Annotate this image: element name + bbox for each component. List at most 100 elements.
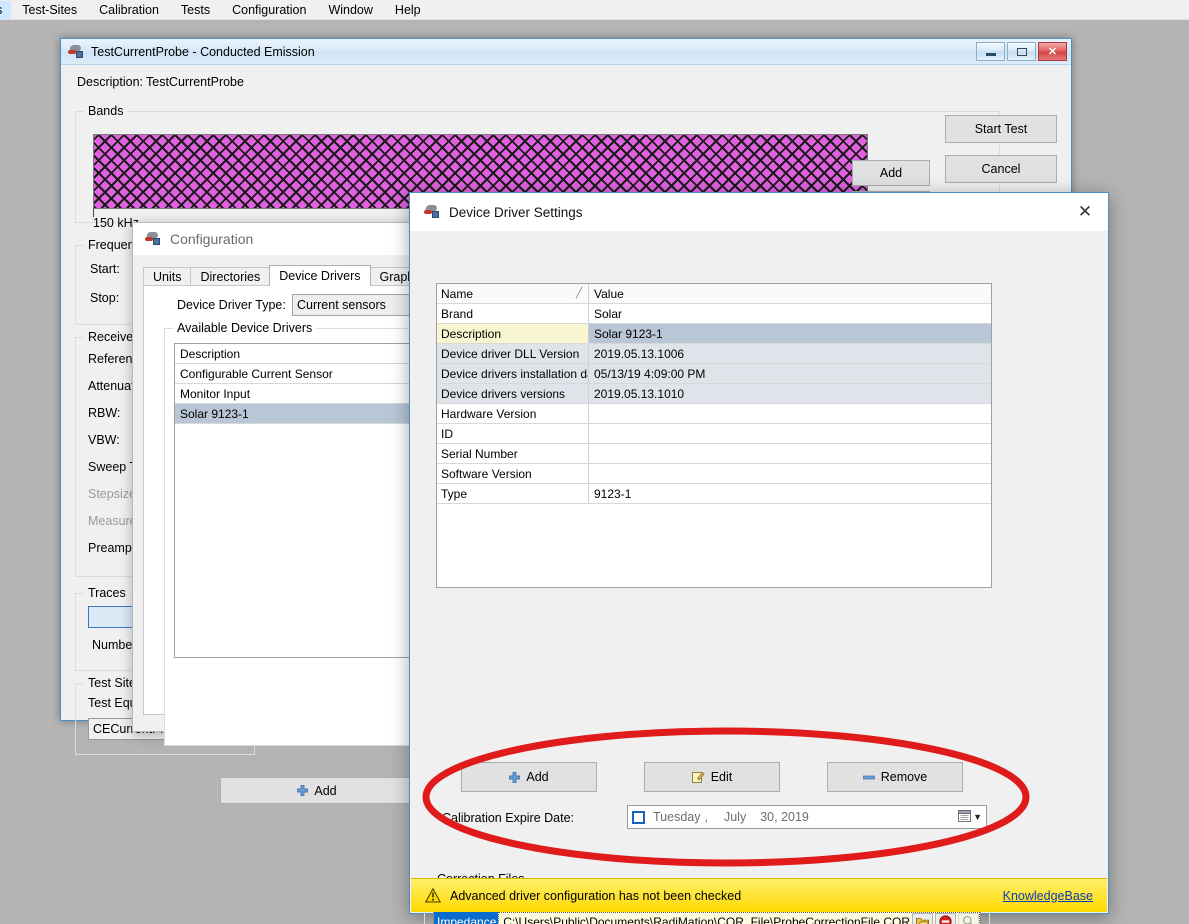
receiver-field-vbw: VBW: <box>88 433 120 447</box>
menu-item-tests[interactable]: Tests <box>170 1 221 19</box>
property-value[interactable]: 9123-1 <box>589 484 991 503</box>
folder-open-icon[interactable] <box>912 913 933 924</box>
property-value[interactable] <box>589 444 991 463</box>
date-month: July <box>724 810 746 824</box>
application-menubar: s Test-Sites Calibration Tests Configura… <box>0 0 1189 20</box>
dds-titlebar[interactable]: Device Driver Settings ✕ <box>410 193 1108 231</box>
config-window-title: Configuration <box>170 231 253 247</box>
tab-units[interactable]: Units <box>143 267 191 286</box>
traces-number-label: Number <box>92 638 136 652</box>
menu-item-test-sites[interactable]: Test-Sites <box>11 1 88 19</box>
tab-directories[interactable]: Directories <box>190 267 270 286</box>
property-value[interactable]: Solar 9123-1 <box>589 324 991 343</box>
table-row[interactable]: Hardware Version <box>437 404 991 424</box>
menu-item-0[interactable]: s <box>0 1 11 19</box>
description-label: Description: <box>77 75 143 89</box>
table-row-selected[interactable]: Description Solar 9123-1 <box>437 324 991 344</box>
start-test-button[interactable]: Start Test <box>945 115 1057 143</box>
close-icon[interactable]: ✕ <box>1062 193 1108 231</box>
probe-window-title: TestCurrentProbe - Conducted Emission <box>91 45 315 59</box>
add-button[interactable]: Add <box>461 762 597 792</box>
status-bar: Advanced driver configuration has not be… <box>411 878 1107 912</box>
remove-button[interactable]: Remove <box>827 762 963 792</box>
correction-purpose-cell[interactable]: Impedance (Ohm) <box>434 912 498 924</box>
tab-device-drivers[interactable]: Device Drivers <box>269 265 370 286</box>
calendar-icon[interactable] <box>958 809 971 825</box>
column-header-value: Value <box>589 284 991 303</box>
table-row[interactable]: ID <box>437 424 991 444</box>
band-add-button[interactable]: Add <box>852 160 930 186</box>
table-row[interactable]: Software Version <box>437 464 991 484</box>
menu-item-window[interactable]: Window <box>317 1 383 19</box>
date-weekday: Tuesday <box>653 810 700 824</box>
correction-file-path: C:\Users\Public\Documents\RadiMation\COR… <box>503 915 910 924</box>
app-icon <box>145 232 161 246</box>
property-name: Software Version <box>437 464 589 483</box>
probe-titlebar[interactable]: TestCurrentProbe - Conducted Emission ✕ <box>61 39 1071 65</box>
property-name: Device drivers versions <box>437 384 589 403</box>
sort-indicator-icon[interactable]: ╱ <box>576 288 582 299</box>
menu-item-help[interactable]: Help <box>384 1 432 19</box>
receiver-field-rbw: RBW: <box>88 406 120 420</box>
traces-group-title: Traces <box>84 586 130 600</box>
table-row[interactable]: Device driver DLL Version 2019.05.13.100… <box>437 344 991 364</box>
remove-button-label: Remove <box>881 770 928 784</box>
warning-triangle-icon <box>425 888 441 903</box>
edit-button-label: Edit <box>711 770 733 784</box>
magnifier-icon[interactable] <box>958 913 979 924</box>
property-value[interactable]: 2019.05.13.1006 <box>589 344 991 363</box>
calibration-enable-checkbox[interactable] <box>632 811 645 824</box>
minus-icon <box>863 772 875 783</box>
property-value[interactable] <box>589 464 991 483</box>
calibration-expire-date-picker[interactable]: Tuesday , July 30, 2019 ▼ <box>627 805 987 829</box>
config-add-button[interactable]: Add <box>220 777 414 804</box>
available-device-drivers-title: Available Device Drivers <box>173 321 316 335</box>
frequency-stop-label: Stop: <box>90 291 119 305</box>
menu-item-calibration[interactable]: Calibration <box>88 1 170 19</box>
frequency-start-label: Start: <box>90 262 120 276</box>
table-row[interactable]: Impedance (Ohm) C:\Users\Public\Document… <box>434 912 980 924</box>
dds-main-panel: Name ╱ Value Brand Solar Description Sol… <box>418 231 990 911</box>
bands-group-title: Bands <box>84 104 127 118</box>
plus-icon <box>509 772 520 783</box>
property-name: ID <box>437 424 589 443</box>
status-message: Advanced driver configuration has not be… <box>450 889 741 903</box>
menu-item-configuration[interactable]: Configuration <box>221 1 317 19</box>
window-device-driver-settings: Device Driver Settings ✕ Name ╱ Value Br… <box>409 192 1109 914</box>
table-row[interactable]: Type 9123-1 <box>437 484 991 504</box>
calibration-expire-date-label: Calibration Expire Date: <box>442 811 574 825</box>
forbidden-icon[interactable] <box>935 913 956 924</box>
date-day-year: 30, 2019 <box>760 810 809 824</box>
property-grid-header: Name ╱ Value <box>437 284 991 304</box>
correction-file-cell[interactable]: C:\Users\Public\Documents\RadiMation\COR… <box>498 912 980 924</box>
cancel-test-button[interactable]: Cancel <box>945 155 1057 183</box>
date-comma: , <box>704 810 707 824</box>
edit-button[interactable]: Edit <box>644 762 780 792</box>
column-header-name: Name <box>441 287 473 301</box>
date-picker-controls[interactable]: ▼ <box>958 809 982 825</box>
property-value[interactable]: Solar <box>589 304 991 323</box>
edit-pencil-icon <box>692 771 705 784</box>
property-name: Device driver DLL Version <box>437 344 589 363</box>
knowledgebase-link[interactable]: KnowledgeBase <box>1003 889 1093 903</box>
device-property-grid[interactable]: Name ╱ Value Brand Solar Description Sol… <box>436 283 992 588</box>
property-name: Hardware Version <box>437 404 589 423</box>
chevron-down-icon[interactable]: ▼ <box>973 812 982 822</box>
table-row[interactable]: Brand Solar <box>437 304 991 324</box>
table-row[interactable]: Serial Number <box>437 444 991 464</box>
table-row[interactable]: Device drivers installation date 05/13/1… <box>437 364 991 384</box>
maximize-button[interactable] <box>1007 42 1036 61</box>
description-value: TestCurrentProbe <box>146 75 244 89</box>
dds-window-title: Device Driver Settings <box>449 205 583 220</box>
table-row[interactable]: Device drivers versions 2019.05.13.1010 <box>437 384 991 404</box>
close-button[interactable]: ✕ <box>1038 42 1067 61</box>
property-value[interactable]: 05/13/19 4:09:00 PM <box>589 364 991 383</box>
minimize-button[interactable] <box>976 42 1005 61</box>
app-icon <box>424 205 440 219</box>
property-value[interactable] <box>589 404 991 423</box>
property-value[interactable] <box>589 424 991 443</box>
property-value[interactable]: 2019.05.13.1010 <box>589 384 991 403</box>
property-name: Serial Number <box>437 444 589 463</box>
app-icon <box>68 45 84 59</box>
probe-window-buttons: ✕ <box>976 42 1067 61</box>
